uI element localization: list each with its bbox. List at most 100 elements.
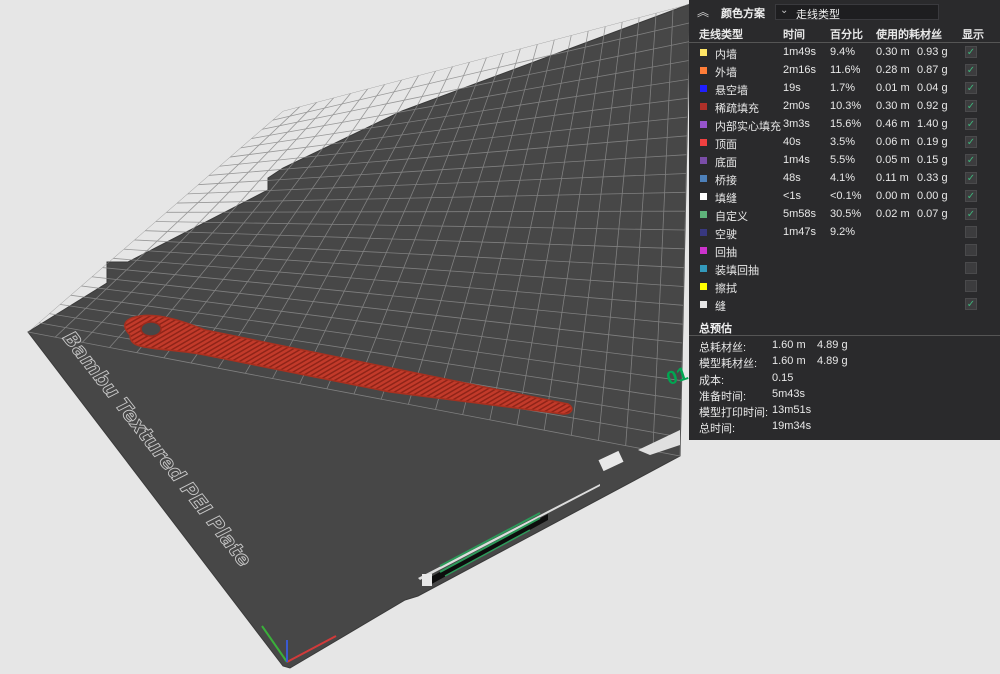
collapse-icon[interactable]: ︽	[697, 3, 709, 20]
show-checkbox[interactable]	[965, 226, 977, 238]
show-checkbox[interactable]: ✓	[965, 136, 977, 148]
col-filament: 使用的耗材丝	[876, 29, 942, 41]
estimate-row: 准备时间: 5m43s	[689, 388, 1000, 404]
row-meters: 0.06 m	[876, 136, 910, 148]
row-type: 擦拭	[715, 283, 737, 295]
row-type: 桥接	[715, 175, 737, 187]
row-percent: 15.6%	[830, 118, 862, 130]
legend-row[interactable]: 装填回抽	[689, 260, 1000, 278]
color-swatch	[700, 247, 707, 254]
row-percent: 11.6%	[830, 64, 861, 76]
row-meters: 0.30 m	[876, 46, 910, 58]
col-percent: 百分比	[830, 29, 863, 41]
show-checkbox[interactable]: ✓	[965, 82, 977, 94]
row-meters: 0.46 m	[876, 118, 910, 130]
estimate-label: 模型打印时间:	[699, 407, 769, 420]
color-swatch	[700, 157, 707, 164]
row-percent: 1.7%	[830, 82, 856, 94]
row-type: 内墙	[715, 49, 737, 61]
color-swatch	[700, 229, 707, 236]
color-swatch	[700, 283, 707, 290]
legend-row[interactable]: 填缝 <1s <0.1% 0.00 m 0.00 g ✓	[689, 188, 1000, 206]
estimate-value: 0.15	[772, 371, 794, 384]
show-checkbox[interactable]	[965, 262, 977, 274]
legend-row[interactable]: 悬空墙 19s 1.7% 0.01 m 0.04 g ✓	[689, 80, 1000, 98]
legend-row[interactable]: 内部实心填充 3m3s 15.6% 0.46 m 1.40 g ✓	[689, 116, 1000, 134]
row-grams: 1.40 g	[917, 118, 948, 130]
row-time: 1m4s	[783, 154, 810, 166]
color-swatch	[700, 85, 707, 92]
col-type: 走线类型	[699, 29, 743, 41]
estimate-row: 总时间: 19m34s	[689, 420, 1000, 436]
row-grams: 0.87 g	[917, 64, 948, 76]
color-swatch	[700, 139, 707, 146]
row-type: 填缝	[715, 193, 737, 205]
row-grams: 0.19 g	[917, 136, 948, 148]
row-meters: 0.01 m	[876, 82, 910, 94]
estimate-row: 总耗材丝: 1.60 m 4.89 g	[689, 339, 1000, 355]
show-checkbox[interactable]: ✓	[965, 208, 977, 220]
row-type: 底面	[715, 157, 737, 169]
legend-row[interactable]: 外墙 2m16s 11.6% 0.28 m 0.87 g ✓	[689, 62, 1000, 80]
estimate-row: 成本: 0.15	[689, 372, 1000, 388]
row-grams: 0.07 g	[917, 208, 948, 220]
row-meters: 0.05 m	[876, 154, 910, 166]
estimate-label: 模型耗材丝:	[699, 358, 758, 371]
show-checkbox[interactable]: ✓	[965, 298, 977, 310]
estimate-label: 总时间:	[699, 423, 736, 436]
legend-row[interactable]: 空驶 1m47s 9.2%	[689, 224, 1000, 242]
row-type: 回抽	[715, 247, 737, 259]
row-grams: 0.00 g	[917, 190, 948, 202]
row-grams: 0.92 g	[917, 100, 948, 112]
row-grams: 0.33 g	[917, 172, 948, 184]
legend-row[interactable]: 内墙 1m49s 9.4% 0.30 m 0.93 g ✓	[689, 44, 1000, 62]
show-checkbox[interactable]: ✓	[965, 64, 977, 76]
row-time: 2m0s	[783, 100, 810, 112]
legend-row[interactable]: 回抽	[689, 242, 1000, 260]
estimate-label: 准备时间:	[699, 390, 747, 403]
estimate-title: 总预估	[699, 323, 732, 335]
divider	[689, 335, 1000, 336]
row-percent: 3.5%	[830, 136, 856, 148]
divider	[689, 42, 1000, 43]
legend-row[interactable]: 自定义 5m58s 30.5% 0.02 m 0.07 g ✓	[689, 206, 1000, 224]
show-checkbox[interactable]	[965, 280, 977, 292]
color-swatch	[700, 265, 707, 272]
legend-row[interactable]: 缝 ✓	[689, 296, 1000, 314]
estimate-value: 1.60 m	[772, 339, 806, 351]
row-meters: 0.02 m	[876, 208, 910, 220]
legend-column-headers: 走线类型 时间 百分比 使用的耗材丝 显示	[689, 26, 1000, 42]
color-swatch	[700, 175, 707, 182]
estimate-row: 模型打印时间: 13m51s	[689, 404, 1000, 420]
row-percent: 9.4%	[830, 46, 856, 58]
view-mode-value: 走线类型	[796, 9, 840, 21]
row-type: 装填回抽	[715, 265, 759, 277]
row-meters: 0.28 m	[876, 64, 910, 76]
row-time: 48s	[783, 172, 801, 184]
legend-row[interactable]: 稀疏填充 2m0s 10.3% 0.30 m 0.92 g ✓	[689, 98, 1000, 116]
show-checkbox[interactable]: ✓	[965, 190, 977, 202]
show-checkbox[interactable]: ✓	[965, 172, 977, 184]
row-time: 40s	[783, 136, 801, 148]
show-checkbox[interactable]: ✓	[965, 100, 977, 112]
view-mode-select[interactable]: ⌄ 走线类型	[775, 4, 939, 21]
legend-row[interactable]: 桥接 48s 4.1% 0.11 m 0.33 g ✓	[689, 170, 1000, 188]
show-checkbox[interactable]: ✓	[965, 46, 977, 58]
show-checkbox[interactable]: ✓	[965, 154, 977, 166]
row-percent: 4.1%	[830, 172, 856, 184]
estimate-row: 模型耗材丝: 1.60 m 4.89 g	[689, 355, 1000, 371]
legend-rows: 内墙 1m49s 9.4% 0.30 m 0.93 g ✓ 外墙 2m16s 11.6% 0.28…	[689, 44, 1000, 314]
show-checkbox[interactable]: ✓	[965, 118, 977, 130]
row-meters: 0.00 m	[876, 190, 910, 202]
legend-row[interactable]: 擦拭	[689, 278, 1000, 296]
color-swatch	[700, 301, 707, 308]
row-time: 5m58s	[783, 208, 817, 220]
legend-row[interactable]: 底面 1m4s 5.5% 0.05 m 0.15 g ✓	[689, 152, 1000, 170]
row-type: 悬空墙	[715, 85, 748, 97]
color-swatch	[700, 211, 707, 218]
row-percent: <0.1%	[830, 190, 862, 202]
row-type: 缝	[715, 301, 726, 313]
row-type: 稀疏填充	[715, 103, 759, 115]
show-checkbox[interactable]	[965, 244, 977, 256]
legend-row[interactable]: 顶面 40s 3.5% 0.06 m 0.19 g ✓	[689, 134, 1000, 152]
